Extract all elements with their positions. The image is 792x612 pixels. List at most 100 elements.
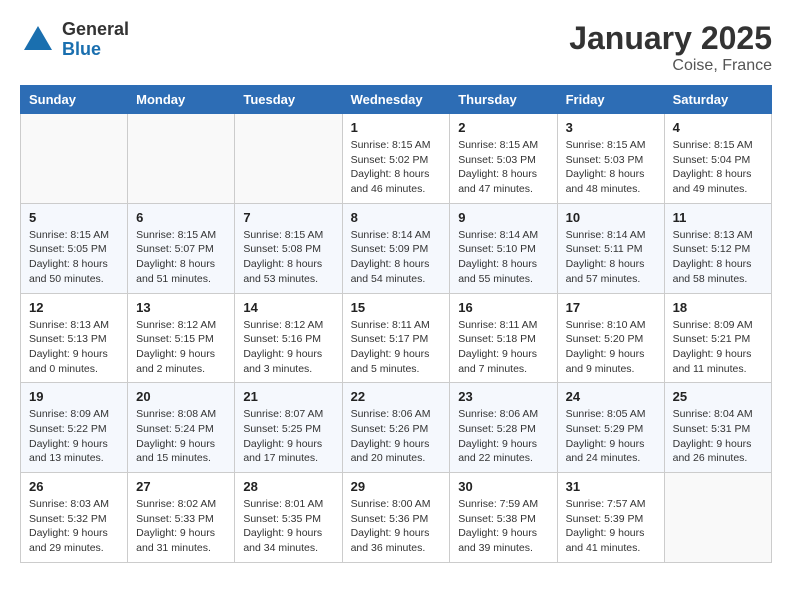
day-number: 7 [243,210,333,225]
calendar-cell: 28 Sunrise: 8:01 AM Sunset: 5:35 PM Dayli… [235,473,342,563]
day-number: 8 [351,210,442,225]
day-number: 10 [566,210,656,225]
day-number: 2 [458,120,548,135]
day-info: Sunrise: 7:57 AM Sunset: 5:39 PM Dayligh… [566,497,656,556]
calendar-cell: 8 Sunrise: 8:14 AM Sunset: 5:09 PM Daylig… [342,203,450,293]
day-number: 18 [673,300,763,315]
calendar-week-row: 19 Sunrise: 8:09 AM Sunset: 5:22 PM Dayli… [21,383,772,473]
day-number: 14 [243,300,333,315]
calendar-title: January 2025 [569,20,772,57]
weekday-header-tuesday: Tuesday [235,86,342,114]
weekday-header-thursday: Thursday [450,86,557,114]
logo-general: General [62,20,129,40]
day-number: 1 [351,120,442,135]
calendar-cell: 29Sunrise: 8:00 AM Sunset: 5:36 PM Dayli… [342,473,450,563]
day-number: 3 [566,120,656,135]
day-info: Sunrise: 8:08 AM Sunset: 5:24 PM Dayligh… [136,407,226,466]
calendar-cell: 26 Sunrise: 8:03 AM Sunset: 5:32 PM Dayli… [21,473,128,563]
day-number: 9 [458,210,548,225]
day-info: Sunrise: 8:11 AM Sunset: 5:18 PM Dayligh… [458,318,548,377]
calendar-cell: 16 Sunrise: 8:11 AM Sunset: 5:18 PM Dayli… [450,293,557,383]
calendar-cell: 24Sunrise: 8:05 AM Sunset: 5:29 PM Dayli… [557,383,664,473]
calendar-cell: 23 Sunrise: 8:06 AM Sunset: 5:28 PM Dayli… [450,383,557,473]
day-info: Sunrise: 8:13 AM Sunset: 5:13 PM Dayligh… [29,318,119,377]
calendar-week-row: 5 Sunrise: 8:15 AM Sunset: 5:05 PM Daylig… [21,203,772,293]
day-info: Sunrise: 8:09 AM Sunset: 5:21 PM Dayligh… [673,318,763,377]
calendar-cell: 12 Sunrise: 8:13 AM Sunset: 5:13 PM Dayli… [21,293,128,383]
calendar-cell: 25 Sunrise: 8:04 AM Sunset: 5:31 PM Dayli… [664,383,771,473]
day-number: 29 [351,479,442,494]
day-number: 6 [136,210,226,225]
day-number: 19 [29,389,119,404]
day-info: Sunrise: 8:06 AM Sunset: 5:28 PM Dayligh… [458,407,548,466]
day-number: 5 [29,210,119,225]
calendar-cell: 21 Sunrise: 8:07 AM Sunset: 5:25 PM Dayli… [235,383,342,473]
day-number: 15 [351,300,442,315]
day-info: Sunrise: 8:12 AM Sunset: 5:15 PM Dayligh… [136,318,226,377]
day-info: Sunrise: 8:12 AM Sunset: 5:16 PM Dayligh… [243,318,333,377]
day-number: 22 [351,389,442,404]
calendar-cell: 20Sunrise: 8:08 AM Sunset: 5:24 PM Dayli… [128,383,235,473]
day-info: Sunrise: 8:15 AM Sunset: 5:02 PM Dayligh… [351,138,442,197]
day-info: Sunrise: 8:11 AM Sunset: 5:17 PM Dayligh… [351,318,442,377]
day-info: Sunrise: 8:15 AM Sunset: 5:08 PM Dayligh… [243,228,333,287]
calendar-cell: 17Sunrise: 8:10 AM Sunset: 5:20 PM Dayli… [557,293,664,383]
calendar-cell: 15 Sunrise: 8:11 AM Sunset: 5:17 PM Dayli… [342,293,450,383]
calendar-cell: 27Sunrise: 8:02 AM Sunset: 5:33 PM Dayli… [128,473,235,563]
calendar-cell: 2 Sunrise: 8:15 AM Sunset: 5:03 PM Daylig… [450,114,557,204]
page-header: General Blue January 2025 Coise, France [20,20,772,75]
day-info: Sunrise: 8:14 AM Sunset: 5:11 PM Dayligh… [566,228,656,287]
weekday-header-wednesday: Wednesday [342,86,450,114]
day-info: Sunrise: 8:04 AM Sunset: 5:31 PM Dayligh… [673,407,763,466]
calendar-cell: 13Sunrise: 8:12 AM Sunset: 5:15 PM Dayli… [128,293,235,383]
day-info: Sunrise: 8:13 AM Sunset: 5:12 PM Dayligh… [673,228,763,287]
calendar-week-row: 1 Sunrise: 8:15 AM Sunset: 5:02 PM Daylig… [21,114,772,204]
day-number: 30 [458,479,548,494]
day-number: 4 [673,120,763,135]
calendar-cell: 22 Sunrise: 8:06 AM Sunset: 5:26 PM Dayli… [342,383,450,473]
day-number: 26 [29,479,119,494]
day-number: 23 [458,389,548,404]
day-info: Sunrise: 8:02 AM Sunset: 5:33 PM Dayligh… [136,497,226,556]
weekday-header-friday: Friday [557,86,664,114]
day-number: 16 [458,300,548,315]
calendar-cell [664,473,771,563]
calendar-subtitle: Coise, France [569,57,772,75]
calendar-cell: 10 Sunrise: 8:14 AM Sunset: 5:11 PM Dayli… [557,203,664,293]
day-info: Sunrise: 8:14 AM Sunset: 5:10 PM Dayligh… [458,228,548,287]
logo-icon [20,22,56,58]
day-info: Sunrise: 8:01 AM Sunset: 5:35 PM Dayligh… [243,497,333,556]
logo-text: General Blue [62,20,129,60]
day-info: Sunrise: 8:14 AM Sunset: 5:09 PM Dayligh… [351,228,442,287]
weekday-header-saturday: Saturday [664,86,771,114]
logo-blue: Blue [62,40,129,60]
day-info: Sunrise: 8:15 AM Sunset: 5:04 PM Dayligh… [673,138,763,197]
day-info: Sunrise: 8:15 AM Sunset: 5:03 PM Dayligh… [458,138,548,197]
calendar-cell: 19 Sunrise: 8:09 AM Sunset: 5:22 PM Dayli… [21,383,128,473]
day-info: Sunrise: 8:15 AM Sunset: 5:05 PM Dayligh… [29,228,119,287]
day-number: 25 [673,389,763,404]
day-info: Sunrise: 7:59 AM Sunset: 5:38 PM Dayligh… [458,497,548,556]
calendar-cell [235,114,342,204]
title-block: January 2025 Coise, France [569,20,772,75]
calendar-cell: 18 Sunrise: 8:09 AM Sunset: 5:21 PM Dayli… [664,293,771,383]
calendar-table: SundayMondayTuesdayWednesdayThursdayFrid… [20,85,772,563]
day-number: 31 [566,479,656,494]
day-number: 12 [29,300,119,315]
calendar-header-row: SundayMondayTuesdayWednesdayThursdayFrid… [21,86,772,114]
calendar-cell [21,114,128,204]
day-info: Sunrise: 8:03 AM Sunset: 5:32 PM Dayligh… [29,497,119,556]
calendar-cell: 14 Sunrise: 8:12 AM Sunset: 5:16 PM Dayli… [235,293,342,383]
day-number: 21 [243,389,333,404]
day-info: Sunrise: 8:07 AM Sunset: 5:25 PM Dayligh… [243,407,333,466]
calendar-cell: 7 Sunrise: 8:15 AM Sunset: 5:08 PM Daylig… [235,203,342,293]
calendar-cell: 3Sunrise: 8:15 AM Sunset: 5:03 PM Daylig… [557,114,664,204]
calendar-cell: 11 Sunrise: 8:13 AM Sunset: 5:12 PM Dayli… [664,203,771,293]
day-number: 11 [673,210,763,225]
day-info: Sunrise: 8:05 AM Sunset: 5:29 PM Dayligh… [566,407,656,466]
calendar-week-row: 26 Sunrise: 8:03 AM Sunset: 5:32 PM Dayli… [21,473,772,563]
day-number: 28 [243,479,333,494]
calendar-cell: 9 Sunrise: 8:14 AM Sunset: 5:10 PM Daylig… [450,203,557,293]
day-info: Sunrise: 8:06 AM Sunset: 5:26 PM Dayligh… [351,407,442,466]
day-info: Sunrise: 8:09 AM Sunset: 5:22 PM Dayligh… [29,407,119,466]
